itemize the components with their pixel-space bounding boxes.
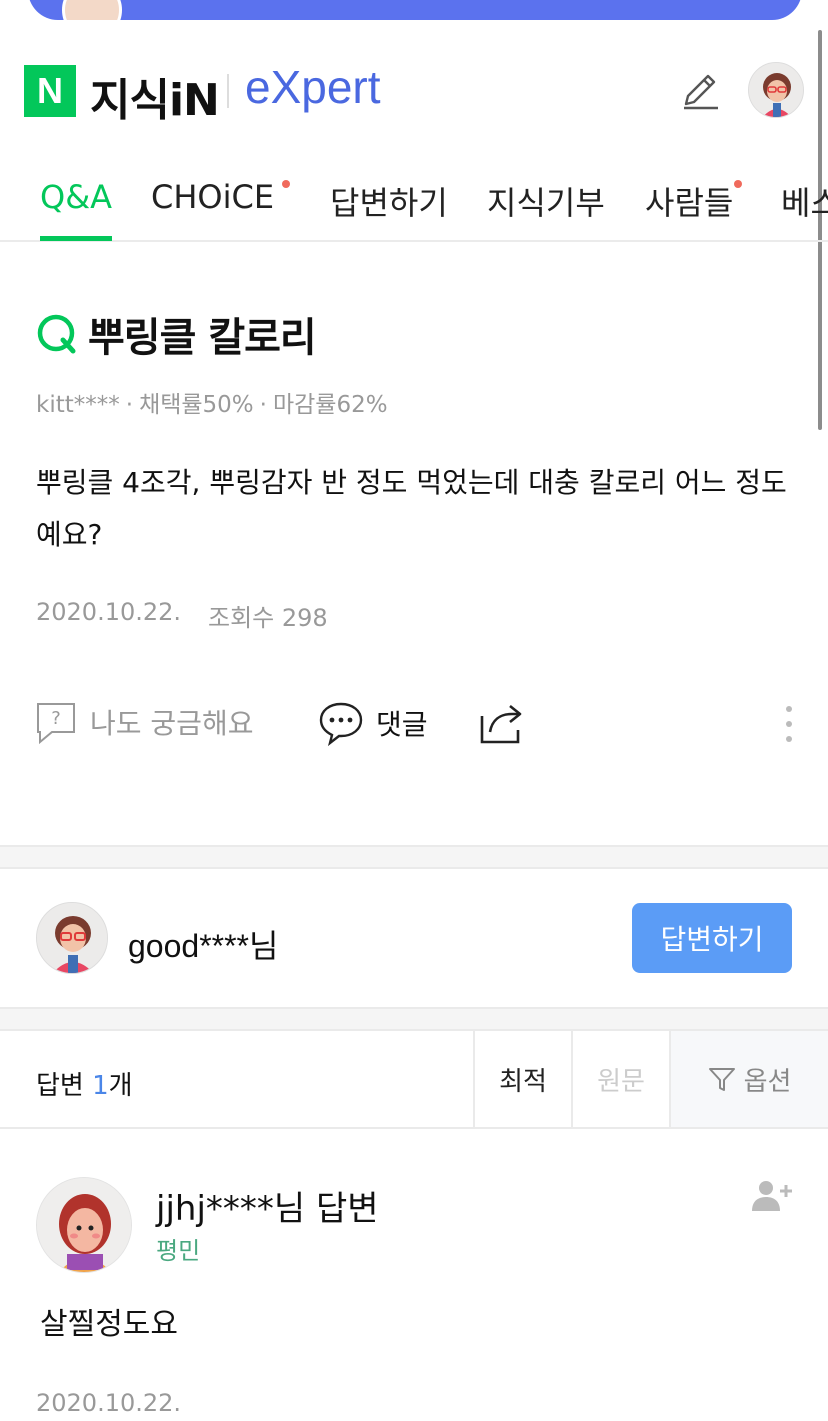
close-rate: 마감률62% (272, 392, 388, 418)
pencil-icon (684, 74, 718, 110)
adopt-rate: 채택률50% (139, 392, 254, 418)
tab-answer[interactable]: 답변하기 (330, 178, 448, 224)
curious-button[interactable]: ? 나도 궁금해요 (36, 700, 253, 744)
question-title-text: 뿌링클 칼로리 (88, 315, 317, 361)
tab-qna[interactable]: Q&A (40, 178, 112, 216)
answer-sortbar: 답변 1개 최적 원문 옵션 (0, 1031, 828, 1129)
sort-original-button[interactable]: 원문 (571, 1031, 669, 1127)
answerer-username[interactable]: jjhj****님 답변 (156, 1181, 379, 1230)
more-dot-icon (786, 736, 792, 742)
tab-people[interactable]: 사람들 (645, 178, 733, 224)
question-views: 조회수 298 (208, 604, 328, 632)
profile-avatar[interactable] (748, 62, 804, 118)
question-bubble-icon: ? (37, 703, 75, 744)
options-button[interactable]: 옵션 (669, 1031, 828, 1127)
question-actions: ? 나도 궁금해요 댓글 (0, 700, 828, 752)
new-badge-people (734, 180, 742, 188)
banner-character-image (62, 0, 122, 20)
expert-logo[interactable]: eXpert (245, 60, 381, 114)
answer-body: 살찔정도요 (40, 1307, 178, 1342)
top-banner[interactable] (28, 0, 802, 20)
answerer-avatar[interactable] (36, 1177, 132, 1273)
my-username: good****님 (128, 928, 279, 964)
tab-best[interactable]: 베스 (781, 178, 828, 224)
answer-item: jjhj****님 답변 평민 살찔정도요 2020.10.22. (0, 1129, 828, 1421)
answer-count: 답변 1개 (36, 1065, 133, 1102)
author-id[interactable]: kitt**** (36, 392, 120, 418)
sort-best-button[interactable]: 최적 (473, 1031, 571, 1127)
more-options-button[interactable] (782, 706, 796, 748)
avatar-illustration (37, 1178, 131, 1272)
comment-label: 댓글 (376, 708, 428, 741)
avatar-illustration (749, 63, 803, 117)
comment-button[interactable]: 댓글 (318, 700, 428, 746)
answer-count-suffix: 개 (108, 1071, 133, 1101)
follow-button[interactable] (750, 1179, 794, 1213)
question-meta: kitt**** · 채택률50% · 마감률62% (36, 392, 388, 418)
more-dot-icon (786, 721, 792, 727)
question-date: 2020.10.22. (36, 598, 182, 626)
tab-choice[interactable]: CHOiCE (151, 178, 274, 216)
avatar-illustration (37, 903, 107, 973)
question-title: 뿌링클 칼로리 (36, 305, 317, 363)
answerer-rank: 평민 (156, 1237, 201, 1265)
svg-text:?: ? (51, 708, 61, 729)
active-tab-indicator (40, 236, 112, 241)
more-dot-icon (786, 706, 792, 712)
curious-label: 나도 궁금해요 (90, 707, 254, 740)
add-user-icon (752, 1181, 792, 1211)
answer-count-prefix: 답변 (36, 1071, 93, 1101)
naver-logo[interactable]: N (24, 65, 76, 117)
options-label: 옵션 (743, 1066, 792, 1097)
share-icon (480, 704, 522, 744)
write-button[interactable] (678, 68, 722, 112)
new-badge-choice (282, 180, 290, 188)
answer-prompt: good****님 답변하기 (0, 869, 828, 1007)
header: N 지식iN eXpert (24, 60, 804, 126)
brand-title[interactable]: 지식iN (90, 64, 220, 128)
question-body: 뿌링클 4조각, 뿌링감자 반 정도 먹었는데 대충 칼로리 어느 정도예요? (36, 466, 787, 551)
comment-bubble-icon (319, 702, 363, 746)
write-answer-button[interactable]: 답변하기 (632, 903, 792, 973)
share-button[interactable] (478, 700, 526, 746)
main-tabs: Q&A CHOiCE 답변하기 지식기부 사람들 베스 (0, 150, 828, 242)
tab-donate[interactable]: 지식기부 (487, 178, 605, 224)
question-q-icon (37, 314, 76, 354)
answer-count-number: 1 (92, 1071, 109, 1101)
section-divider (0, 845, 828, 869)
filter-icon (708, 1068, 735, 1091)
section-divider (0, 1007, 828, 1031)
brand-divider (227, 74, 229, 108)
my-avatar[interactable] (36, 902, 108, 974)
answer-date: 2020.10.22. (36, 1389, 182, 1417)
